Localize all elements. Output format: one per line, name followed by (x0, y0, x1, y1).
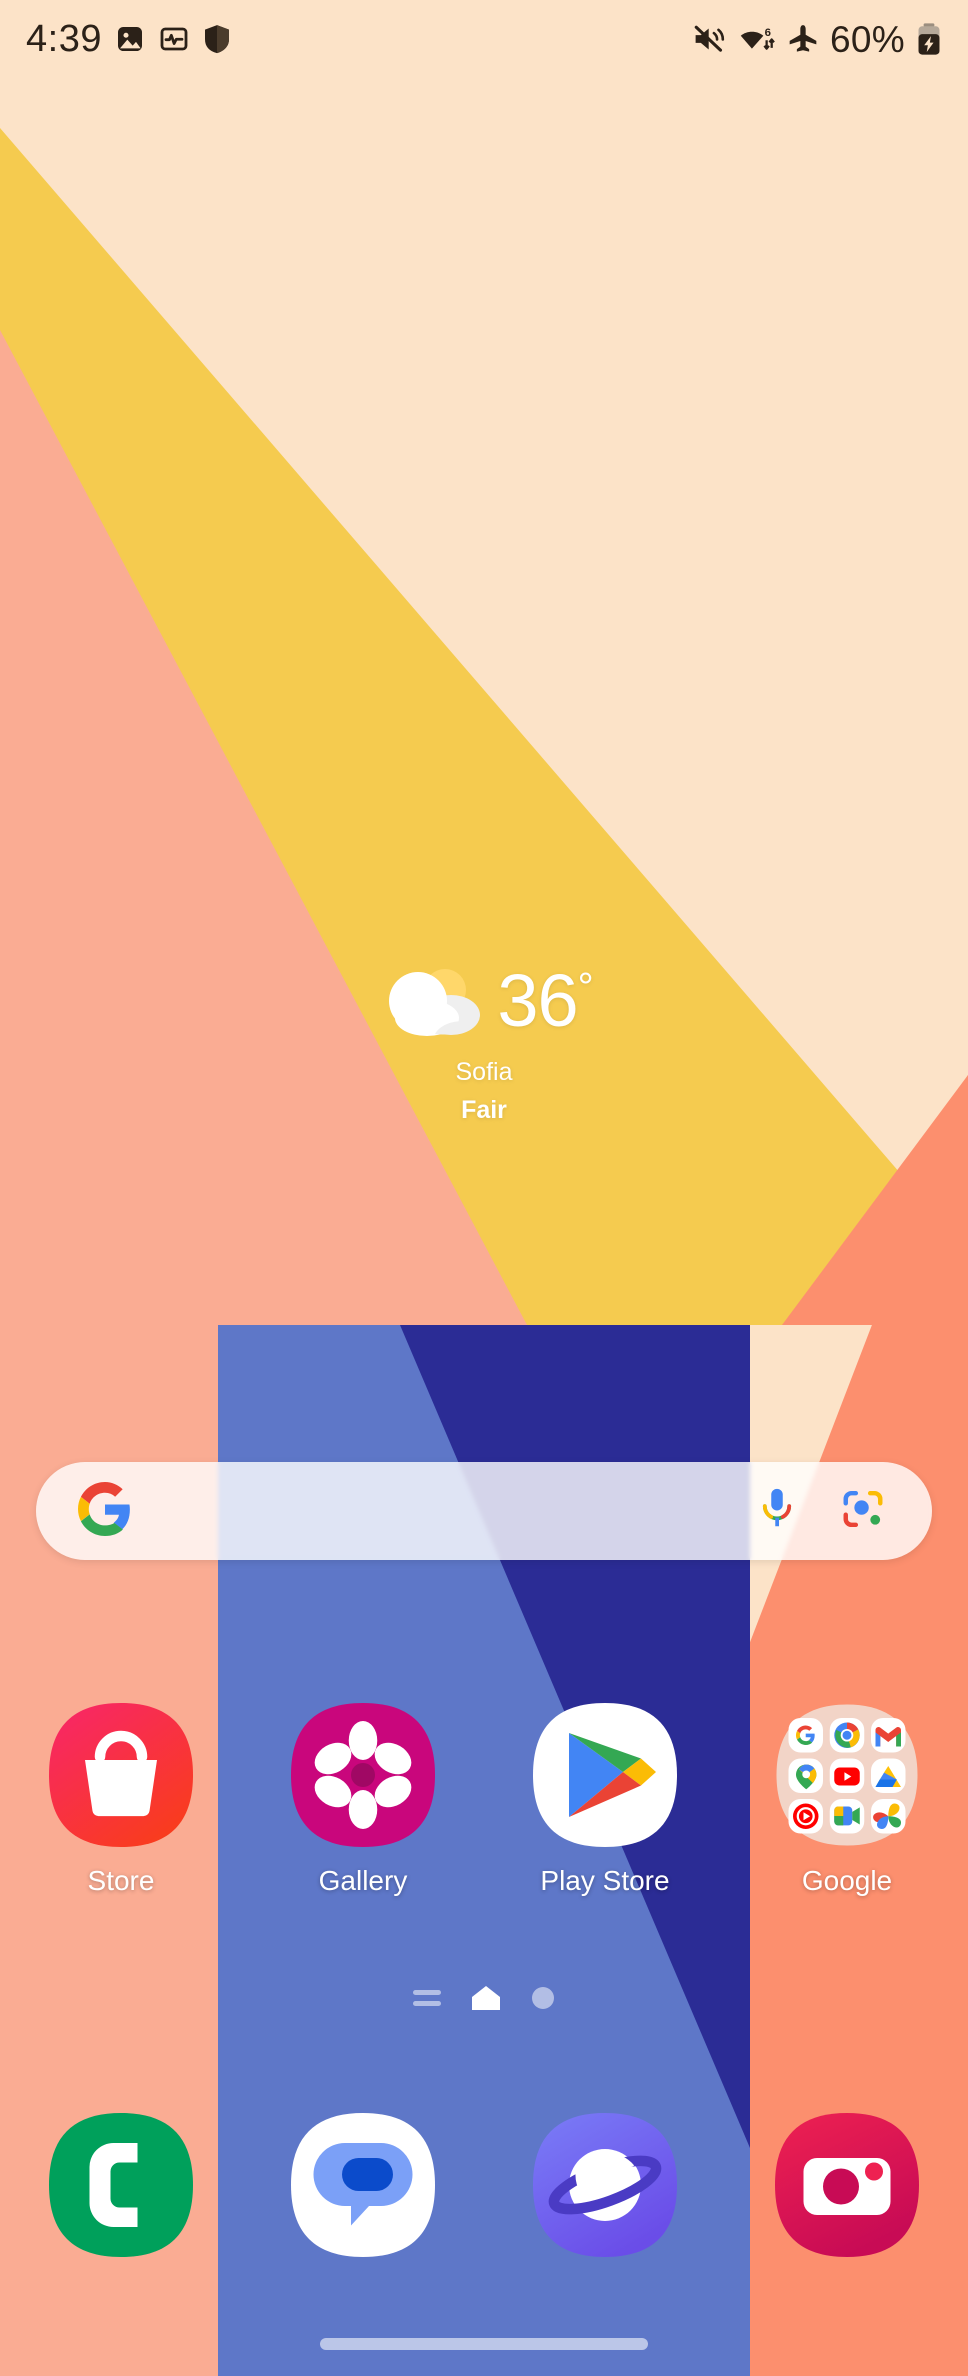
svg-text:6: 6 (765, 27, 771, 39)
play-store-icon[interactable] (530, 1700, 680, 1850)
dock-camera[interactable] (726, 2110, 968, 2260)
microphone-icon[interactable] (756, 1486, 798, 1537)
battery-charging-icon (918, 23, 940, 55)
page-indicator[interactable] (0, 1985, 968, 2016)
app-store[interactable]: Store (0, 1700, 242, 1895)
health-monitor-icon (160, 27, 188, 51)
dock-internet[interactable] (484, 2110, 726, 2260)
samsung-internet-icon[interactable] (530, 2110, 680, 2260)
phone-icon[interactable] (46, 2110, 196, 2260)
weather-city: Sofia (455, 1058, 513, 1086)
status-bar-left: 4:39 (26, 20, 232, 58)
app-grid: Store Gallery Play Store Google (0, 1700, 968, 1895)
weather-condition: Fair (461, 1096, 507, 1124)
dock-phone[interactable] (0, 2110, 242, 2260)
partly-cloudy-icon (389, 969, 481, 1036)
home-page-icon[interactable] (471, 1985, 501, 2016)
airplane-mode-icon (789, 25, 817, 52)
weather-temperature: 36° (497, 959, 593, 1042)
weather-widget[interactable]: 36° Sofia Fair (0, 960, 968, 1123)
gesture-bar-handle[interactable] (320, 2338, 648, 2350)
app-label: Store (87, 1865, 155, 1896)
wallpaper (0, 0, 968, 2376)
status-bar[interactable]: 4:39 6 60% (0, 0, 968, 78)
app-google-folder[interactable]: Google (726, 1700, 968, 1895)
app-play-store[interactable]: Play Store (484, 1700, 726, 1895)
status-bar-right: 6 60% (693, 21, 942, 58)
gallery-icon[interactable] (288, 1700, 438, 1850)
battery-percent-label: 60% (830, 18, 905, 60)
camera-icon[interactable] (772, 2110, 922, 2260)
dot-page-icon[interactable] (531, 1986, 555, 2015)
app-label: Gallery (318, 1865, 408, 1896)
google-search-bar[interactable] (36, 1462, 932, 1560)
google-g-icon[interactable] (78, 1481, 132, 1541)
mute-icon (694, 25, 725, 52)
google-folder-icon[interactable] (772, 1700, 922, 1850)
galaxy-store-icon[interactable] (46, 1700, 196, 1850)
dock-messages[interactable] (242, 2110, 484, 2260)
status-clock: 4:39 (26, 18, 102, 60)
list-page-icon[interactable] (413, 1987, 441, 2014)
app-label: Google (801, 1865, 893, 1896)
weather-primary-row: 36° (375, 959, 594, 1046)
messages-icon[interactable] (288, 2110, 438, 2260)
google-lens-icon[interactable] (840, 1486, 886, 1537)
wifi-6-icon: 6 (740, 27, 775, 50)
app-gallery[interactable]: Gallery (242, 1700, 484, 1895)
photo-icon (117, 27, 142, 51)
dock (0, 2110, 968, 2260)
shield-icon (204, 25, 229, 54)
app-label: Play Store (540, 1865, 670, 1896)
home-screen: 4:39 6 60% 36° Sofia Fair Store Gallery … (0, 0, 968, 2376)
